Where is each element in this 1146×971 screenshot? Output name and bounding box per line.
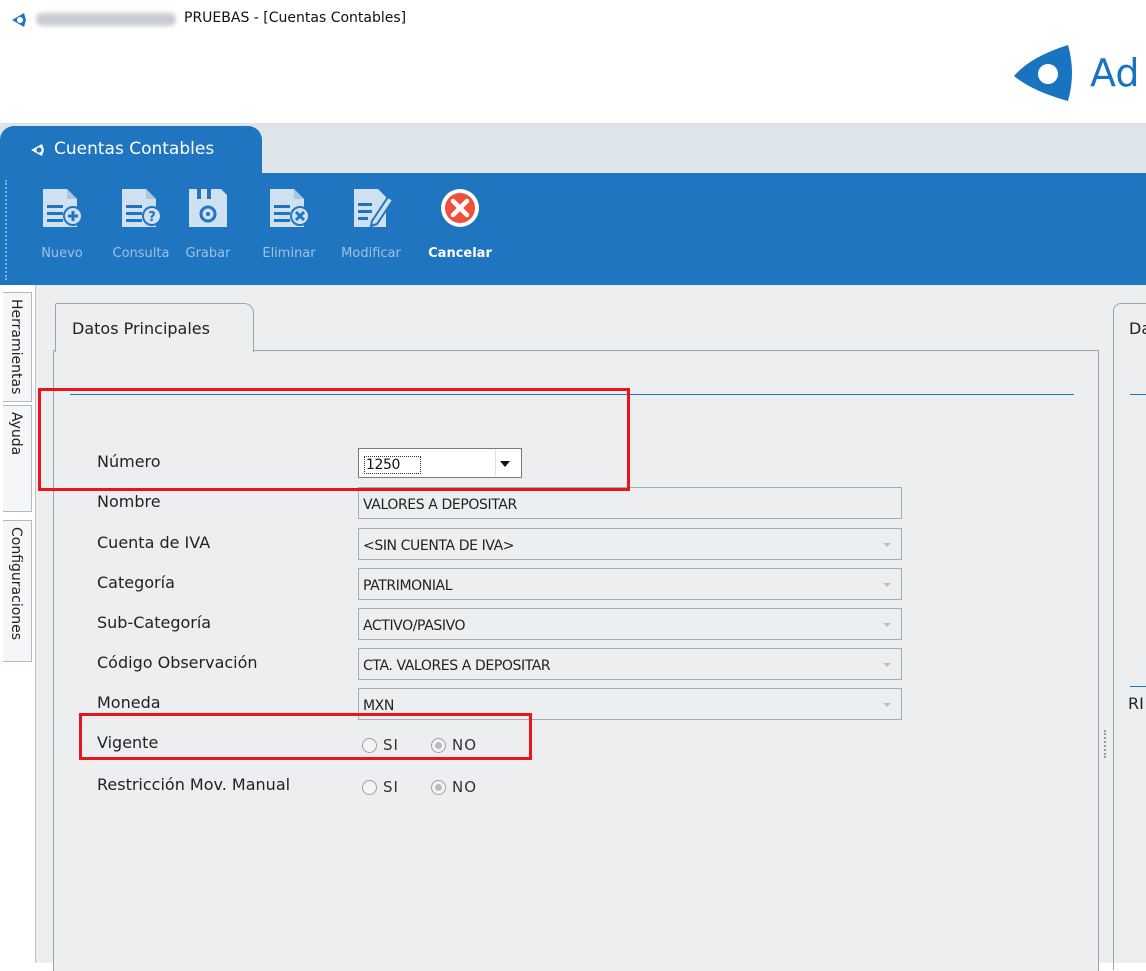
restriccion-si-label: SI — [383, 778, 399, 796]
restriccion-si-radio[interactable] — [362, 780, 377, 795]
eliminar-button[interactable]: Eliminar — [259, 183, 319, 278]
panel-splitter-handle[interactable] — [1104, 730, 1109, 758]
moneda-value: MXN — [363, 698, 394, 714]
right-panel-divider — [1130, 394, 1146, 395]
categoria-select[interactable]: PATRIMONIAL — [358, 568, 902, 600]
app-logo-icon — [12, 13, 26, 27]
nombre-value: VALORES A DEPOSITAR — [363, 497, 517, 513]
cuenta-iva-select[interactable]: <SIN CUENTA DE IVA> — [358, 528, 902, 560]
chevron-down-icon — [883, 623, 891, 627]
brand-logo-icon — [1014, 45, 1072, 101]
doc-question-icon: ? — [122, 189, 162, 227]
grabar-label: Grabar — [185, 246, 231, 261]
codigo-observacion-value: CTA. VALORES A DEPOSITAR — [363, 658, 551, 674]
side-tab-ayuda-label: Ayuda — [8, 412, 24, 456]
right-panel-section-label: RI — [1128, 694, 1144, 713]
sub-categoria-label: Sub-Categoría — [97, 613, 212, 632]
nombre-label: Nombre — [97, 492, 161, 511]
right-panel-divider-2 — [1130, 686, 1146, 687]
annotation-highlight-numero — [38, 388, 630, 491]
doc-add-icon — [43, 189, 83, 227]
consulta-label: Consulta — [112, 246, 170, 261]
categoria-value: PATRIMONIAL — [363, 578, 453, 594]
cancelar-label: Cancelar — [428, 246, 492, 261]
modificar-button[interactable]: Modificar — [331, 183, 411, 278]
cuenta-iva-label: Cuenta de IVA — [97, 533, 211, 552]
right-panel — [1113, 350, 1146, 970]
sub-categoria-select[interactable]: ACTIVO/PASIVO — [358, 608, 902, 640]
cuenta-iva-value: <SIN CUENTA DE IVA> — [363, 538, 515, 554]
side-tab-herramientas-label: Herramientas — [8, 299, 24, 395]
chevron-down-icon — [883, 583, 891, 587]
chevron-down-icon — [883, 543, 891, 547]
cancelar-button[interactable]: Cancelar — [420, 183, 500, 278]
doc-delete-icon — [270, 189, 310, 227]
cancel-icon — [441, 189, 479, 227]
toolbar-grip[interactable] — [5, 180, 9, 280]
module-tab-label: Cuentas Contables — [54, 139, 215, 159]
annotation-highlight-vigente — [79, 713, 532, 760]
tab-datos-principales-label: Datos Principales — [72, 319, 210, 338]
sub-categoria-value: ACTIVO/PASIVO — [363, 618, 466, 634]
save-disk-icon — [189, 189, 227, 227]
restriccion-label: Restricción Mov. Manual — [97, 775, 291, 794]
nuevo-label: Nuevo — [41, 246, 83, 261]
chevron-down-icon — [883, 663, 891, 667]
side-tab-herramientas[interactable]: Herramientas — [3, 292, 32, 402]
tab-right-panel-label: Da — [1129, 319, 1146, 338]
brand-name: Ad — [1090, 51, 1140, 95]
modificar-label: Modificar — [341, 246, 401, 261]
grabar-button[interactable]: Grabar — [183, 183, 233, 278]
side-tab-configuraciones-label: Configuraciones — [8, 527, 24, 641]
moneda-label: Moneda — [97, 693, 161, 712]
svg-text:?: ? — [148, 210, 156, 225]
restriccion-no-label: NO — [452, 778, 478, 796]
side-tab-configuraciones[interactable]: Configuraciones — [3, 520, 32, 662]
consulta-button[interactable]: ? Consulta — [101, 183, 181, 278]
eliminar-label: Eliminar — [262, 246, 316, 261]
codigo-observacion-label: Código Observación — [97, 653, 258, 672]
side-tab-ayuda[interactable]: Ayuda — [3, 405, 32, 512]
restriccion-no-radio[interactable] — [431, 780, 446, 795]
blurred-company-name — [36, 13, 176, 26]
categoria-label: Categoría — [97, 573, 175, 592]
doc-edit-icon — [354, 189, 395, 228]
codigo-observacion-select[interactable]: CTA. VALORES A DEPOSITAR — [358, 648, 902, 680]
nuevo-button[interactable]: Nuevo — [37, 183, 87, 278]
module-tab-logo-icon — [31, 144, 44, 156]
window-title: PRUEBAS - [Cuentas Contables] — [184, 10, 407, 26]
nombre-field[interactable]: VALORES A DEPOSITAR — [358, 487, 902, 519]
chevron-down-icon — [883, 703, 891, 707]
